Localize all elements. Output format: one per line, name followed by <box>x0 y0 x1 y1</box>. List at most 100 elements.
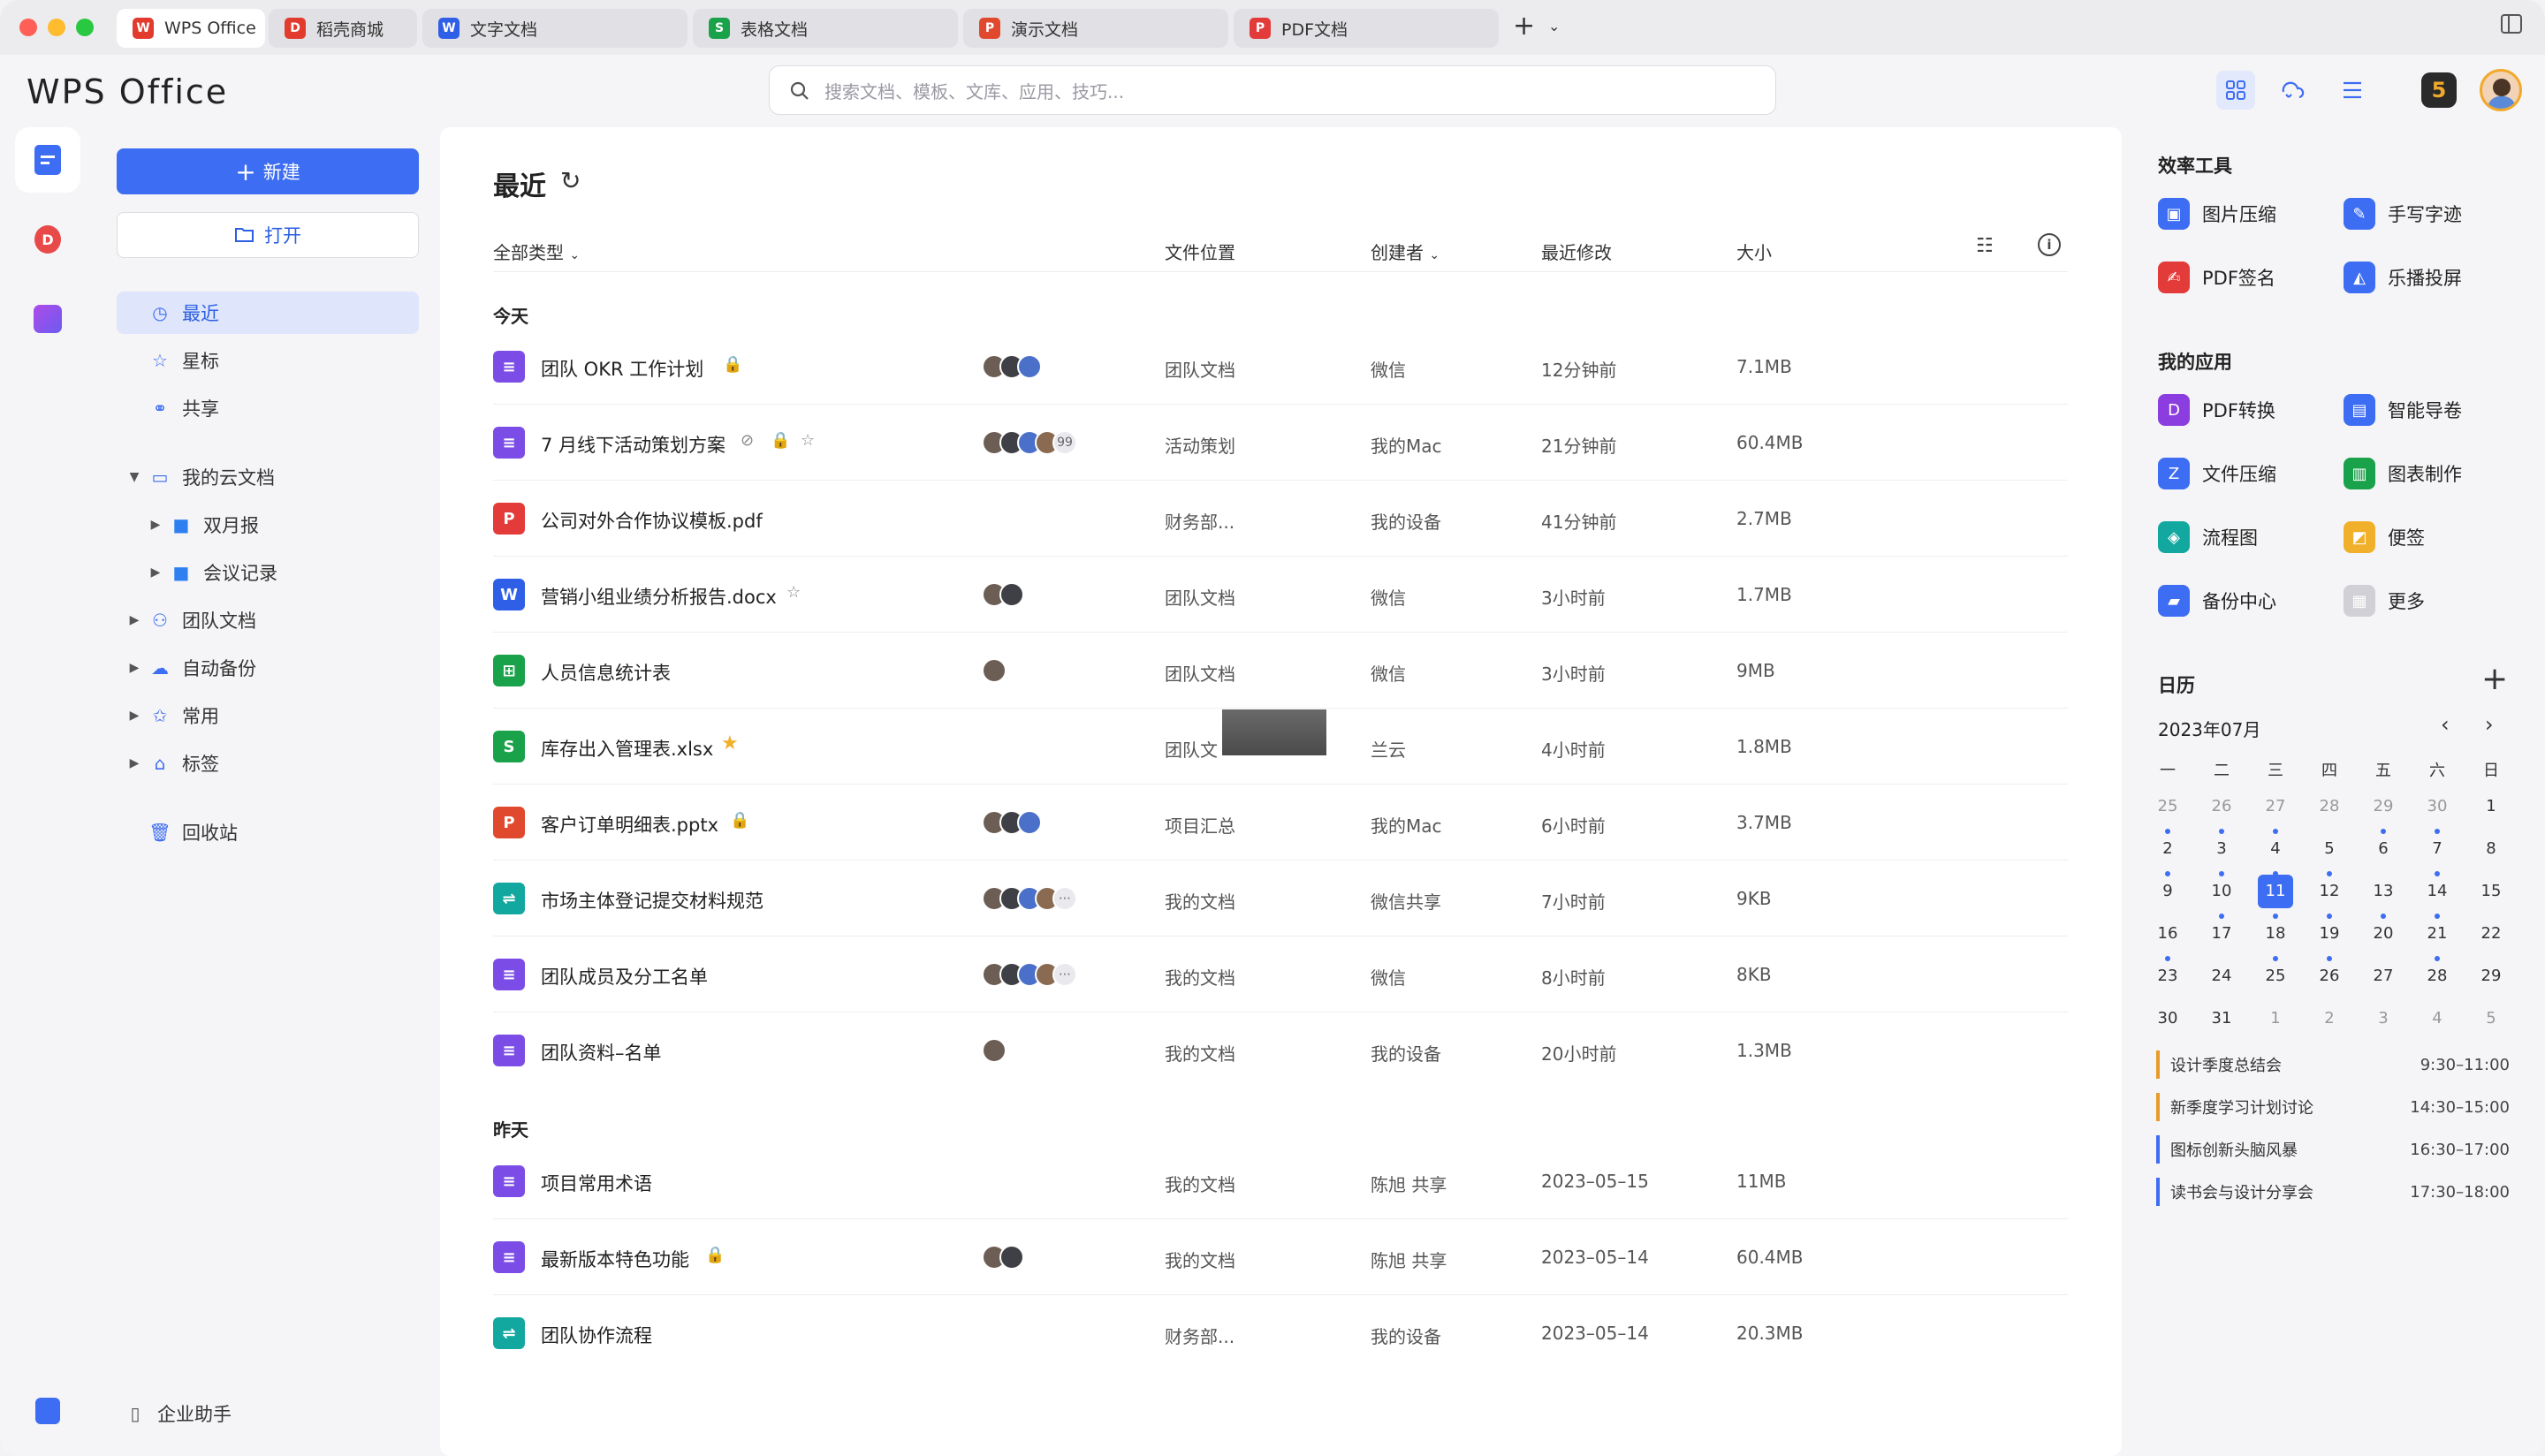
caret-right-icon[interactable]: ▶ <box>125 756 143 770</box>
close-window-button[interactable] <box>19 19 37 36</box>
caret-right-icon[interactable]: ▶ <box>147 518 164 532</box>
calendar-day[interactable]: 25 <box>2146 790 2190 823</box>
calendar-day[interactable]: 18 <box>2253 917 2298 951</box>
calendar-event[interactable]: 设计季度总结会 9:30–11:00 <box>2156 1050 2510 1079</box>
collaborator-avatars[interactable]: 99 <box>982 430 1077 455</box>
calendar-day[interactable]: 10 <box>2199 875 2244 908</box>
sync-cloud-icon[interactable] <box>2273 71 2312 110</box>
tab-wps-office[interactable]: W WPS Office <box>117 9 265 48</box>
sidebar-item-shared[interactable]: ⚭ 共享 <box>117 387 419 429</box>
info-icon[interactable]: i <box>2038 233 2061 256</box>
sidebar-item-common[interactable]: ▶ ✩ 常用 <box>117 694 419 737</box>
calendar-event[interactable]: 新季度学习计划讨论 14:30–15:00 <box>2156 1093 2510 1121</box>
app-file-compress[interactable]: Z 文件压缩 <box>2158 458 2276 489</box>
tab-word-doc[interactable]: W 文字文档 <box>422 9 688 48</box>
caret-down-icon[interactable]: ▼ <box>125 470 143 484</box>
calendar-day[interactable]: 16 <box>2146 917 2190 951</box>
open-button[interactable]: 打开 <box>117 212 419 258</box>
star-icon[interactable]: ☆ <box>801 431 815 450</box>
calendar-day[interactable]: 15 <box>2469 875 2513 908</box>
column-creator[interactable]: 创建者 ⌄ <box>1371 239 1440 264</box>
sidebar-item-meetings[interactable]: ▶ ■ 会议记录 <box>117 551 419 594</box>
sidebar-item-cloud-docs[interactable]: ▼ ▭ 我的云文档 <box>117 456 419 498</box>
calendar-day[interactable]: 3 <box>2199 832 2244 866</box>
calendar-day[interactable]: 19 <box>2307 917 2351 951</box>
type-filter-dropdown[interactable]: 全部类型 ⌄ <box>493 239 580 264</box>
table-row[interactable]: S 库存出入管理表.xlsx ★ 团队文 兰云 4小时前 1.8MB <box>493 709 2068 785</box>
rail-enterprise-button[interactable] <box>15 1378 80 1444</box>
menu-list-icon[interactable] <box>2333 71 2372 110</box>
sidebar-item-trash[interactable]: 🗑 回收站 <box>117 811 419 853</box>
calendar-day[interactable]: 8 <box>2469 832 2513 866</box>
table-row[interactable]: ⇌ 团队协作流程 财务部... 我的设备 2023–05–14 20.3MB <box>493 1296 2068 1371</box>
collaborator-avatars[interactable] <box>982 1038 1007 1063</box>
collaborator-avatars[interactable] <box>982 354 1042 379</box>
app-pdf-convert[interactable]: D PDF转换 <box>2158 394 2275 426</box>
calendar-event[interactable]: 读书会与设计分享会 17:30–18:00 <box>2156 1178 2510 1206</box>
star-icon[interactable]: ☆ <box>786 583 801 602</box>
app-sticky-note[interactable]: ◩ 便签 <box>2344 521 2425 553</box>
zoom-window-button[interactable] <box>76 19 94 36</box>
calendar-day[interactable]: 29 <box>2361 790 2405 823</box>
app-chart-maker[interactable]: ▥ 图表制作 <box>2344 458 2462 489</box>
collaborator-avatars[interactable] <box>982 810 1042 835</box>
column-size[interactable]: 大小 <box>1736 239 1772 264</box>
avatar[interactable] <box>2480 69 2522 111</box>
sidebar-item-bimonthly[interactable]: ▶ ■ 双月报 <box>117 504 419 546</box>
calendar-event[interactable]: 图标创新头脑风暴 16:30–17:00 <box>2156 1135 2510 1164</box>
table-row[interactable]: ≡ 项目常用术语 我的文档 陈旭 共享 2023–05–15 11MB <box>493 1144 2068 1219</box>
calendar-day[interactable]: 12 <box>2307 875 2351 908</box>
sidebar-item-tags[interactable]: ▶ ⌂ 标签 <box>117 742 419 785</box>
calendar-day[interactable]: 30 <box>2415 790 2459 823</box>
minimize-window-button[interactable] <box>48 19 65 36</box>
sidebar-item-auto-backup[interactable]: ▶ ☁ 自动备份 <box>117 647 419 689</box>
tab-list-chevron-icon[interactable]: ⌄ <box>1548 18 1560 34</box>
calendar-day[interactable]: 26 <box>2199 790 2244 823</box>
calendar-day[interactable]: 31 <box>2199 1002 2244 1035</box>
calendar-day[interactable]: 27 <box>2361 959 2405 993</box>
tab-pdf-doc[interactable]: P PDF文档 <box>1234 9 1499 48</box>
calendar-day[interactable]: 28 <box>2415 959 2459 993</box>
rail-daoke-button[interactable]: D <box>15 207 80 272</box>
calendar-day[interactable]: 27 <box>2253 790 2298 823</box>
calendar-day[interactable]: 9 <box>2146 875 2190 908</box>
calendar-day[interactable]: 13 <box>2361 875 2405 908</box>
table-row[interactable]: ⇌ 市场主体登记提交材料规范 ⋯ 我的文档 微信共享 7小时前 9KB <box>493 861 2068 937</box>
calendar-day[interactable]: 28 <box>2307 790 2351 823</box>
table-row[interactable]: P 客户订单明细表.pptx 🔒 项目汇总 我的Mac 6小时前 3.7MB <box>493 785 2068 861</box>
tab-daoke[interactable]: D 稻壳商城 <box>269 9 417 48</box>
table-row[interactable]: ⊞ 人员信息统计表 团队文档 微信 3小时前 9MB <box>493 633 2068 709</box>
caret-right-icon[interactable]: ▶ <box>147 565 164 580</box>
calendar-day[interactable]: 26 <box>2307 959 2351 993</box>
tool-pdf-sign[interactable]: ✍ PDF签名 <box>2158 262 2275 293</box>
collaborator-avatars[interactable]: ⋯ <box>982 886 1077 911</box>
calendar-day[interactable]: 22 <box>2469 917 2513 951</box>
calendar-day[interactable]: 2 <box>2146 832 2190 866</box>
caret-right-icon[interactable]: ▶ <box>125 709 143 723</box>
add-event-plus-icon[interactable]: + <box>2481 661 2508 697</box>
collaborator-avatars[interactable] <box>982 582 1024 607</box>
calendar-day[interactable]: 5 <box>2469 1002 2513 1035</box>
star-filled-icon[interactable]: ★ <box>721 732 739 755</box>
calendar-day[interactable]: 30 <box>2146 1002 2190 1035</box>
sidebar-item-team-docs[interactable]: ▶ ⚇ 团队文档 <box>117 599 419 641</box>
refresh-icon[interactable]: ↻ <box>560 166 581 195</box>
caret-right-icon[interactable]: ▶ <box>125 661 143 675</box>
calendar-day[interactable]: 4 <box>2415 1002 2459 1035</box>
calendar-day[interactable]: 1 <box>2469 790 2513 823</box>
app-smart-import[interactable]: ▤ 智能导卷 <box>2344 394 2462 426</box>
calendar-day[interactable]: 1 <box>2253 1002 2298 1035</box>
collaborator-avatars[interactable] <box>982 658 1007 683</box>
app-backup-center[interactable]: ▰ 备份中心 <box>2158 585 2276 617</box>
new-tab-plus-icon[interactable]: + <box>1513 11 1535 42</box>
membership-badge-icon[interactable]: 5 <box>2421 72 2457 108</box>
prev-month-chevron-icon[interactable]: ‹ <box>2441 712 2450 737</box>
tool-image-compress[interactable]: ▣ 图片压缩 <box>2158 198 2276 230</box>
grid-view-icon[interactable] <box>2216 71 2255 110</box>
search-input[interactable]: 搜索文档、模板、文库、应用、技巧... <box>769 65 1776 115</box>
calendar-day[interactable]: 23 <box>2146 959 2190 993</box>
calendar-day[interactable]: 17 <box>2199 917 2244 951</box>
calendar-day[interactable]: 5 <box>2307 832 2351 866</box>
calendar-day[interactable]: 24 <box>2199 959 2244 993</box>
rail-docs-button[interactable] <box>15 127 80 193</box>
